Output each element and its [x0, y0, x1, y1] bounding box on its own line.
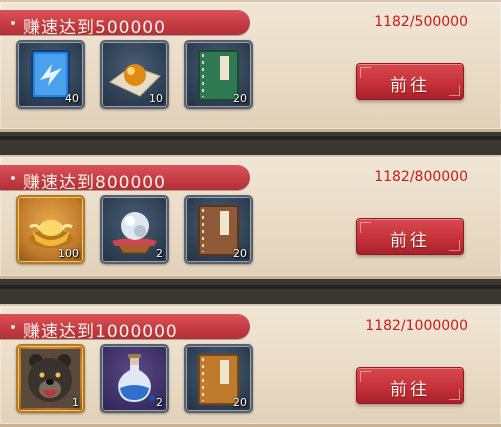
reward-slot[interactable]: 10	[100, 40, 169, 109]
reward-slot[interactable]: 40	[16, 40, 85, 109]
task-progress: 1182/500000	[374, 14, 468, 30]
reward-count: 10	[149, 92, 163, 105]
reward-slot[interactable]: 20	[184, 40, 253, 109]
reward-slot[interactable]: 100	[16, 195, 85, 264]
reward-count: 20	[233, 92, 247, 105]
bullet-dot	[11, 325, 15, 329]
reward-count: 20	[233, 247, 247, 260]
reward-slot[interactable]: 20	[184, 344, 253, 413]
reward-slot[interactable]: 2	[100, 344, 169, 413]
go-button-label: 前往	[390, 231, 430, 251]
go-button-label: 前往	[390, 380, 430, 400]
task-title-banner: 赚速达到800000	[0, 165, 250, 193]
reward-slot[interactable]: 2	[100, 195, 169, 264]
task-title: 赚速达到800000	[23, 173, 166, 193]
bullet-dot	[11, 176, 15, 180]
go-button[interactable]: 前往	[356, 218, 464, 255]
go-button[interactable]: 前往	[356, 63, 464, 100]
reward-count: 2	[156, 247, 163, 260]
bullet-dot	[11, 21, 15, 25]
reward-slot[interactable]: 20	[184, 195, 253, 264]
task-progress: 1182/1000000	[365, 318, 468, 334]
go-button[interactable]: 前往	[356, 367, 464, 404]
reward-count: 2	[156, 396, 163, 409]
divider	[0, 136, 501, 140]
task-title: 赚速达到500000	[23, 18, 166, 38]
reward-count: 20	[233, 396, 247, 409]
task-panel-2: 赚速达到800000 1182/800000 100 2 20 前往	[0, 155, 501, 279]
reward-count: 1	[72, 396, 79, 409]
reward-count: 100	[58, 247, 79, 260]
task-panel-3: 赚速达到1000000 1182/1000000 1 2 20 前往	[0, 304, 501, 427]
task-title-banner: 赚速达到500000	[0, 10, 250, 38]
task-progress: 1182/800000	[374, 169, 468, 185]
reward-slot[interactable]: 1	[16, 344, 85, 413]
task-title: 赚速达到1000000	[23, 322, 178, 342]
task-title-banner: 赚速达到1000000	[0, 314, 250, 342]
divider	[0, 285, 501, 289]
task-panel-1: 赚速达到500000 1182/500000 40 10 20 前往	[0, 0, 501, 132]
go-button-label: 前往	[390, 76, 430, 96]
reward-count: 40	[65, 92, 79, 105]
